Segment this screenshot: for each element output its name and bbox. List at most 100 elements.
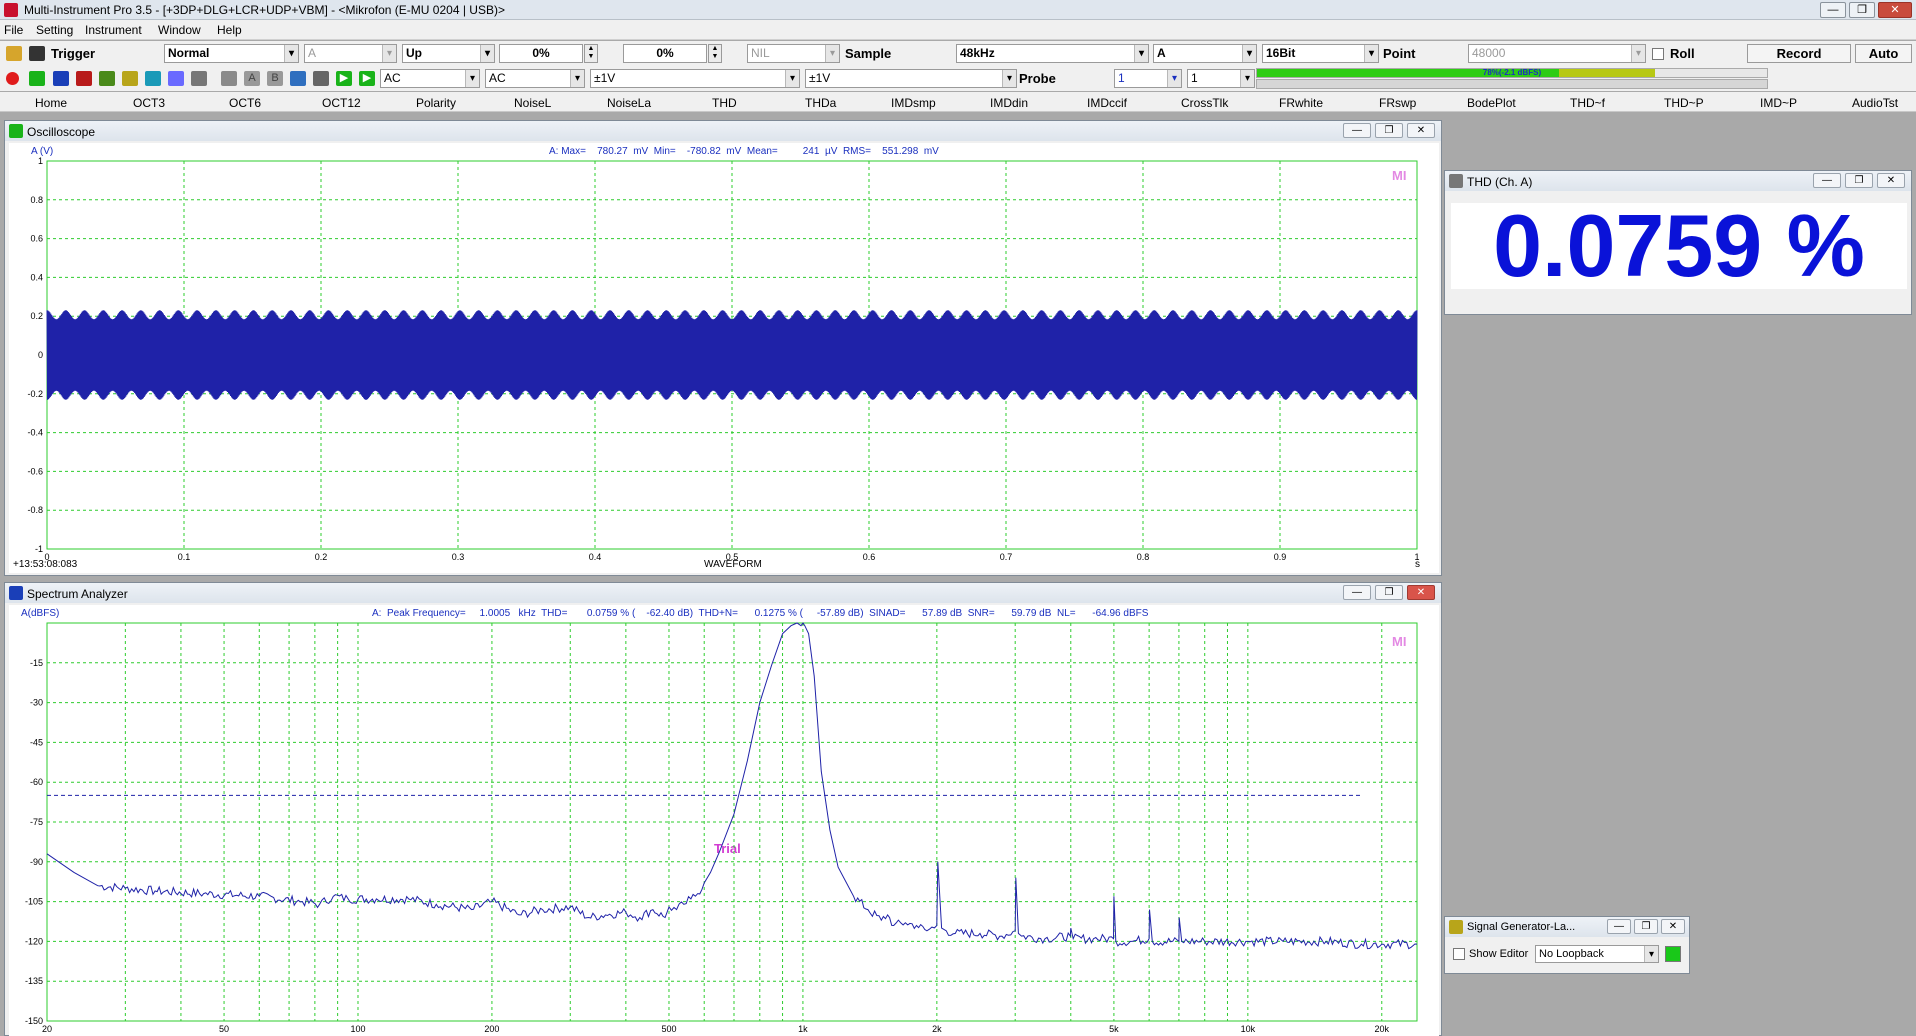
spectrum-xtick: 1k <box>798 1024 808 1034</box>
coupling-b-select[interactable]: AC <box>485 69 585 88</box>
nil-select[interactable]: NIL <box>747 44 840 63</box>
calibration-icon[interactable] <box>221 71 237 86</box>
signal-generator-close-button[interactable]: ✕ <box>1661 919 1685 934</box>
sample-rate-select[interactable]: 48kHz <box>956 44 1149 63</box>
tab-imddin[interactable]: IMDdin <box>990 96 1028 110</box>
oscilloscope-icon[interactable] <box>29 71 45 86</box>
auto-button[interactable]: Auto <box>1855 44 1912 63</box>
device-test-icon[interactable] <box>191 71 207 86</box>
oscilloscope-xtick: 0.9 <box>1274 552 1287 562</box>
show-editor-checkbox[interactable] <box>1453 948 1465 960</box>
tab-noisela[interactable]: NoiseLa <box>607 96 651 110</box>
close-button[interactable]: ✕ <box>1878 2 1912 18</box>
dds-generator-icon[interactable] <box>145 71 161 86</box>
generator-start-button[interactable] <box>1665 946 1681 962</box>
oscilloscope-stats: A: Max= 780.27 mV Min= -780.82 mV Mean= … <box>549 146 939 157</box>
spectrum-icon[interactable] <box>53 71 69 86</box>
range-a-select[interactable]: ±1V <box>590 69 800 88</box>
open-folder-icon[interactable] <box>6 46 22 61</box>
tab-polarity[interactable]: Polarity <box>416 96 456 110</box>
range-b-select[interactable]: ±1V <box>805 69 1017 88</box>
tab-noisel[interactable]: NoiseL <box>514 96 551 110</box>
trigger-mode-select[interactable]: Normal <box>164 44 299 63</box>
phase-plot-icon[interactable] <box>168 71 184 86</box>
channel-b-icon[interactable]: B <box>267 71 283 86</box>
menu-window[interactable]: Window <box>158 23 201 37</box>
oscilloscope-xtick: 0 <box>44 552 49 562</box>
spectrum-plot-area[interactable]: A(dBFS) A: Peak Frequency= 1.0005 kHz TH… <box>9 605 1439 1036</box>
trigger-level-spinner[interactable]: ▲ ▼ <box>584 44 598 63</box>
thd-close-button[interactable]: ✕ <box>1877 173 1905 188</box>
trigger-channel-select[interactable]: A <box>304 44 397 63</box>
oscilloscope-ytick: 0.6 <box>30 234 43 244</box>
trigger-level-input[interactable]: 0% <box>499 44 583 63</box>
record-button[interactable]: Record <box>1747 44 1851 63</box>
oscilloscope-xtick: 0.4 <box>589 552 602 562</box>
save-disk-icon[interactable] <box>29 46 45 61</box>
tab-thd[interactable]: THD <box>712 96 737 110</box>
oscilloscope-chart[interactable]: A (V) A: Max= 780.27 mV Min= -780.82 mV … <box>9 143 1439 573</box>
thd-restore-button[interactable]: ❐ <box>1845 173 1873 188</box>
signal-generator-icon[interactable] <box>122 71 138 86</box>
probe-a-select[interactable]: 1 <box>1114 69 1182 88</box>
menu-instrument[interactable]: Instrument <box>85 23 142 37</box>
oscilloscope-xtick: 0.2 <box>315 552 328 562</box>
probe-tool-icon[interactable] <box>290 71 306 86</box>
tab-oct6[interactable]: OCT6 <box>229 96 261 110</box>
multimeter-icon[interactable] <box>99 71 115 86</box>
spectrum-trace <box>46 622 1418 950</box>
probe-b-select[interactable]: 1 <box>1187 69 1255 88</box>
play-icon[interactable]: ▶ <box>336 71 352 86</box>
tab-imdccif[interactable]: IMDccif <box>1087 96 1127 110</box>
roll-checkbox[interactable] <box>1652 48 1664 60</box>
oscilloscope-restore-button[interactable]: ❐ <box>1375 123 1403 138</box>
points-select[interactable]: 48000 <box>1468 44 1646 63</box>
tab-crosstlk[interactable]: CrossTlk <box>1181 96 1228 110</box>
signal-generator-restore-button[interactable]: ❐ <box>1634 919 1658 934</box>
tab-oct3[interactable]: OCT3 <box>133 96 165 110</box>
oscilloscope-minimize-button[interactable]: — <box>1343 123 1371 138</box>
tab-thd-f[interactable]: THD~f <box>1570 96 1605 110</box>
menu-setting[interactable]: Setting <box>36 23 73 37</box>
tab-frswp[interactable]: FRswp <box>1379 96 1416 110</box>
menu-file[interactable]: File <box>4 23 23 37</box>
channel-select[interactable]: A <box>1153 44 1257 63</box>
spectrum-title: Spectrum Analyzer <box>27 587 128 601</box>
tab-imdsmp[interactable]: IMDsmp <box>891 96 936 110</box>
oscilloscope-plot-area[interactable]: A (V) A: Max= 780.27 mV Min= -780.82 mV … <box>9 143 1439 573</box>
trigger-label: Trigger <box>51 46 96 61</box>
play-step-icon[interactable]: ▶ <box>359 71 375 86</box>
trigger-edge-select[interactable]: Up <box>402 44 495 63</box>
tab-imd-p[interactable]: IMD~P <box>1760 96 1797 110</box>
oscilloscope-xtick: 0.3 <box>452 552 465 562</box>
tab-bodeplot[interactable]: BodePlot <box>1467 96 1516 110</box>
spectrum-restore-button[interactable]: ❐ <box>1375 585 1403 600</box>
thd-minimize-button[interactable]: — <box>1813 173 1841 188</box>
spectrum-close-button[interactable]: ✕ <box>1407 585 1435 600</box>
signal-generator-minimize-button[interactable]: — <box>1607 919 1631 934</box>
maximize-button[interactable]: ❐ <box>1849 2 1875 18</box>
oscilloscope-xtick: 0.1 <box>178 552 191 562</box>
pretrigger-input[interactable]: 0% <box>623 44 707 63</box>
coupling-a-select[interactable]: AC <box>380 69 480 88</box>
tab-thda[interactable]: THDa <box>805 96 836 110</box>
tab-oct12[interactable]: OCT12 <box>322 96 361 110</box>
spectrum-chart[interactable]: A(dBFS) A: Peak Frequency= 1.0005 kHz TH… <box>9 605 1439 1036</box>
oscilloscope-close-button[interactable]: ✕ <box>1407 123 1435 138</box>
spectrum-minimize-button[interactable]: — <box>1343 585 1371 600</box>
spectrogram-icon[interactable] <box>76 71 92 86</box>
channel-a-icon[interactable]: A <box>244 71 260 86</box>
loopback-select[interactable]: No Loopback <box>1535 945 1659 963</box>
bit-depth-select[interactable]: 16Bit <box>1262 44 1379 63</box>
minimize-button[interactable]: — <box>1820 2 1846 18</box>
spectrum-xtick: 500 <box>661 1024 676 1034</box>
tab-thd-p[interactable]: THD~P <box>1664 96 1704 110</box>
menu-help[interactable]: Help <box>217 23 242 37</box>
speaker-icon[interactable] <box>313 71 329 86</box>
tab-home[interactable]: Home <box>35 96 67 110</box>
tab-audiotst[interactable]: AudioTst <box>1852 96 1898 110</box>
oscilloscope-controls: — ❐ ✕ <box>1343 123 1435 138</box>
tab-frwhite[interactable]: FRwhite <box>1279 96 1323 110</box>
pretrigger-spinner[interactable]: ▲ ▼ <box>708 44 722 63</box>
record-dot-icon[interactable] <box>6 72 19 85</box>
